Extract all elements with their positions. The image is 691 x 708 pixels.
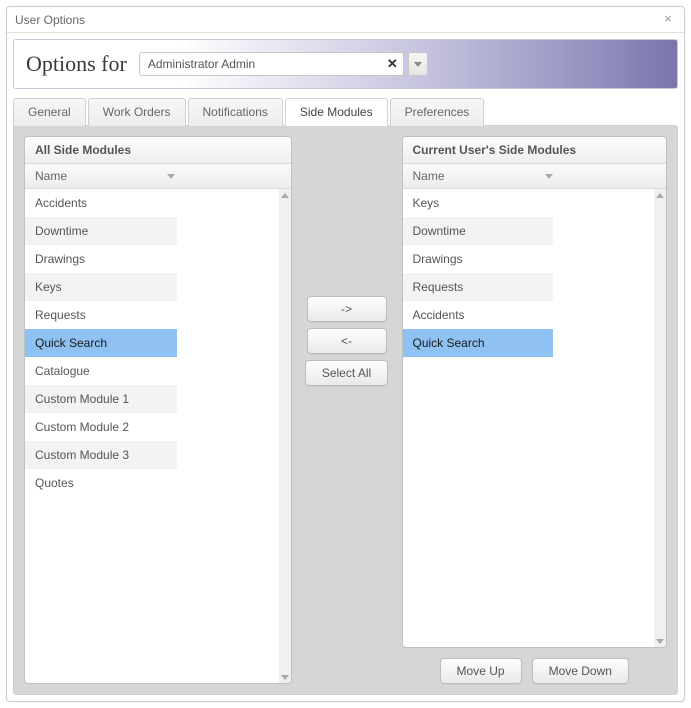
tab-strip: General Work Orders Notifications Side M… xyxy=(7,97,684,125)
current-modules-scrollbar[interactable] xyxy=(654,189,666,647)
sort-indicator-icon xyxy=(167,174,175,179)
list-item[interactable]: Downtime xyxy=(403,217,554,245)
all-modules-grid-header[interactable]: Name xyxy=(25,164,291,189)
all-modules-scrollbar[interactable] xyxy=(279,189,291,683)
user-combo-trigger[interactable] xyxy=(408,52,428,76)
list-item[interactable]: Accidents xyxy=(25,189,177,217)
current-modules-grid-header[interactable]: Name xyxy=(403,164,667,189)
list-item[interactable]: Quotes xyxy=(25,469,177,497)
current-modules-column-name: Name xyxy=(413,169,445,183)
add-button[interactable]: -> xyxy=(307,296,387,322)
all-modules-panel: All Side Modules Name AccidentsDowntimeD… xyxy=(24,136,292,684)
all-modules-title: All Side Modules xyxy=(25,137,291,164)
list-item[interactable]: Keys xyxy=(25,273,177,301)
list-item[interactable]: Downtime xyxy=(25,217,177,245)
list-item[interactable]: Custom Module 2 xyxy=(25,413,177,441)
scroll-up-icon xyxy=(281,193,289,198)
list-item[interactable]: Quick Search xyxy=(403,329,554,357)
tab-side-modules[interactable]: Side Modules xyxy=(285,98,388,126)
tab-general[interactable]: General xyxy=(13,98,86,126)
all-modules-column-name: Name xyxy=(35,169,67,183)
user-combo-input[interactable] xyxy=(139,52,404,76)
list-item[interactable]: Catalogue xyxy=(25,357,177,385)
current-modules-title: Current User's Side Modules xyxy=(403,137,667,164)
list-item[interactable]: Requests xyxy=(403,273,554,301)
select-all-button[interactable]: Select All xyxy=(305,360,388,386)
banner-label: Options for xyxy=(26,51,127,77)
remove-button[interactable]: <- xyxy=(307,328,387,354)
transfer-buttons: -> <- Select All xyxy=(302,136,392,684)
sort-indicator-icon xyxy=(545,174,553,179)
user-options-window: User Options × Options for ✕ General Wor… xyxy=(6,6,685,702)
list-item[interactable]: Requests xyxy=(25,301,177,329)
list-item[interactable]: Custom Module 1 xyxy=(25,385,177,413)
titlebar: User Options × xyxy=(7,7,684,33)
tab-body: All Side Modules Name AccidentsDowntimeD… xyxy=(13,125,678,695)
user-combo: ✕ xyxy=(139,52,428,76)
clear-icon[interactable]: ✕ xyxy=(387,56,398,72)
scroll-up-icon xyxy=(656,193,664,198)
tab-notifications[interactable]: Notifications xyxy=(188,98,283,126)
list-item[interactable]: Keys xyxy=(403,189,554,217)
banner: Options for ✕ xyxy=(13,39,678,89)
close-icon[interactable]: × xyxy=(660,12,676,28)
current-modules-list: KeysDowntimeDrawingsRequestsAccidentsQui… xyxy=(403,189,655,647)
tab-preferences[interactable]: Preferences xyxy=(390,98,485,126)
current-modules-panel: Current User's Side Modules Name KeysDow… xyxy=(402,136,668,648)
list-item[interactable]: Accidents xyxy=(403,301,554,329)
all-modules-list: AccidentsDowntimeDrawingsKeysRequestsQui… xyxy=(25,189,279,683)
move-down-button[interactable]: Move Down xyxy=(532,658,629,684)
list-item[interactable]: Quick Search xyxy=(25,329,177,357)
scroll-down-icon xyxy=(281,675,289,680)
tab-work-orders[interactable]: Work Orders xyxy=(88,98,186,126)
move-up-button[interactable]: Move Up xyxy=(440,658,522,684)
right-column: Current User's Side Modules Name KeysDow… xyxy=(402,136,668,684)
reorder-buttons: Move Up Move Down xyxy=(402,656,668,684)
list-item[interactable]: Drawings xyxy=(403,245,554,273)
list-item[interactable]: Drawings xyxy=(25,245,177,273)
scroll-down-icon xyxy=(656,639,664,644)
window-title: User Options xyxy=(15,13,660,27)
chevron-down-icon xyxy=(414,62,422,67)
list-item[interactable]: Custom Module 3 xyxy=(25,441,177,469)
